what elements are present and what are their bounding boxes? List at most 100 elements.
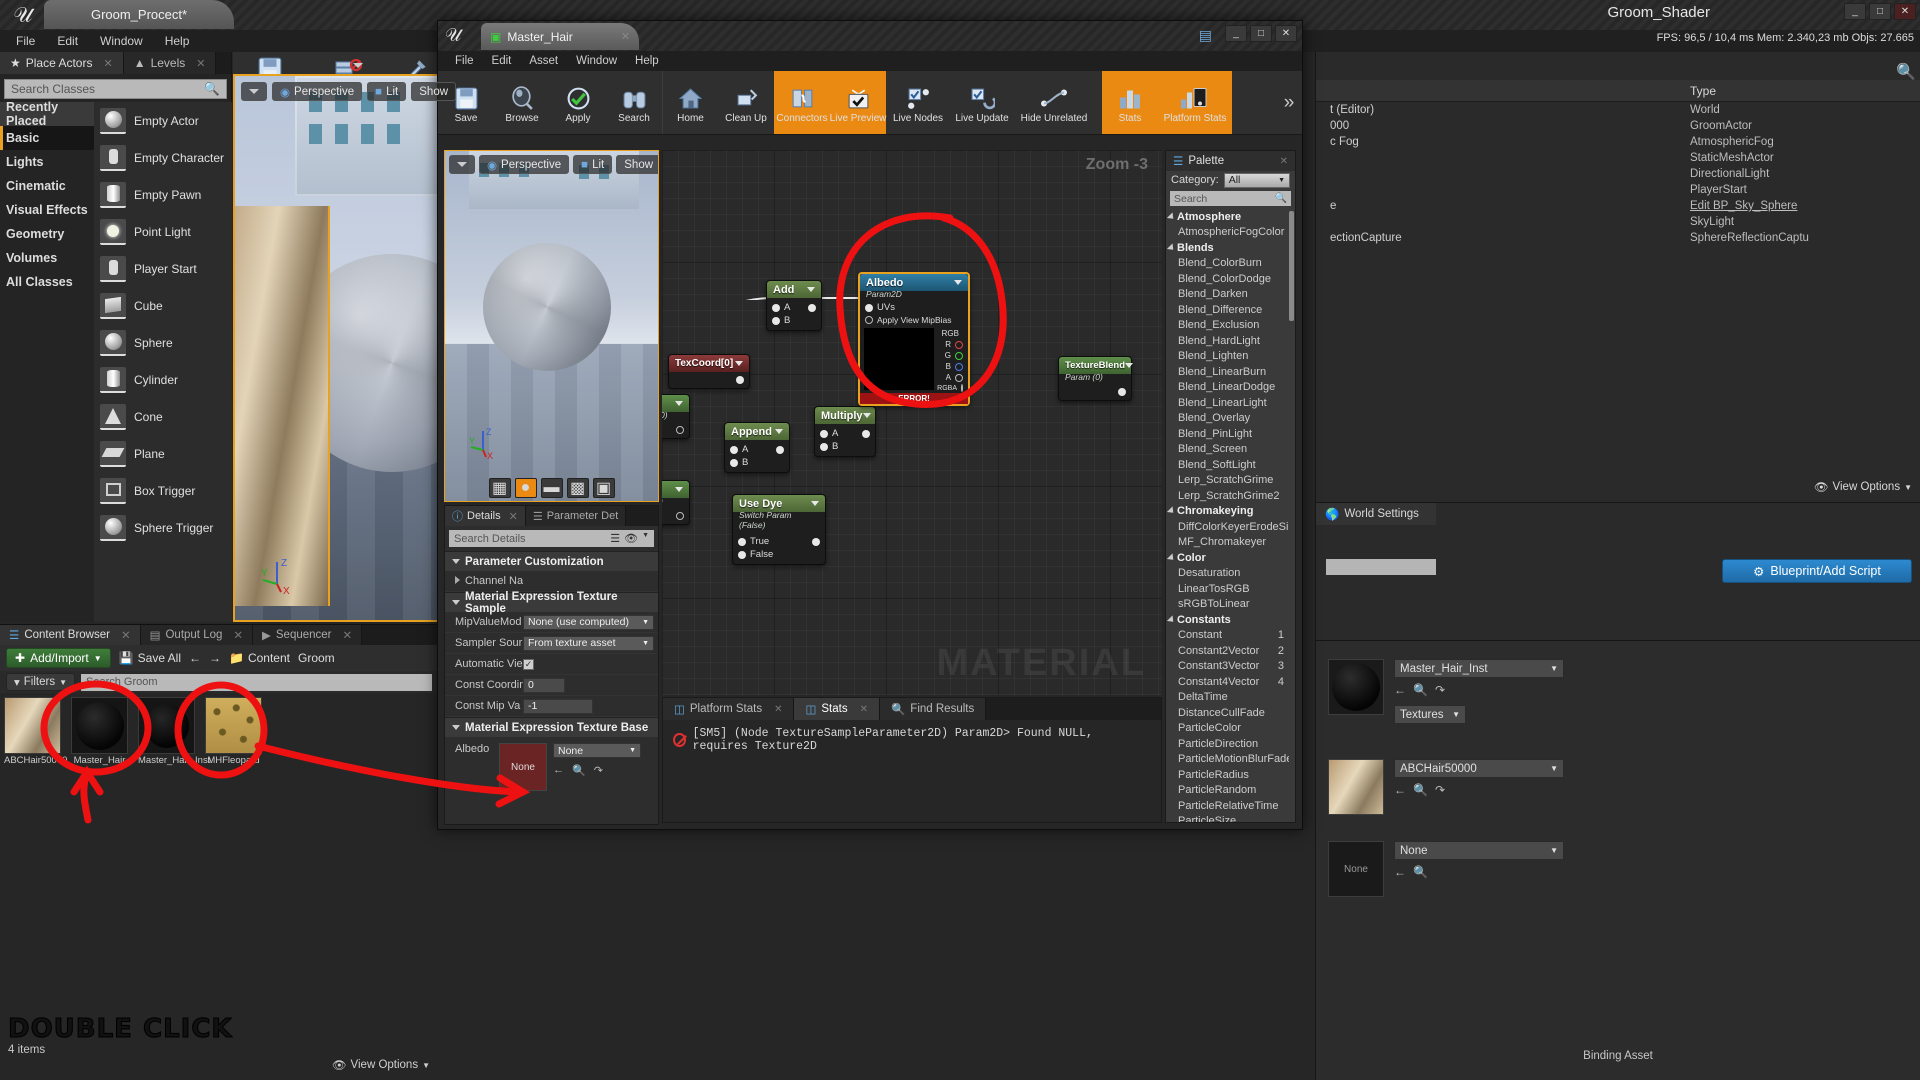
pin-r[interactable]: R bbox=[938, 339, 968, 350]
palette-item[interactable]: ParticleSize bbox=[1166, 814, 1289, 822]
palette-item[interactable]: MF_Chromakeyer bbox=[1166, 535, 1289, 551]
palette-item[interactable]: Blend_Lighten bbox=[1166, 349, 1289, 365]
toolbar-live-preview-button[interactable]: Live Preview bbox=[830, 71, 886, 134]
content-browser-search-input[interactable]: Search Groom bbox=[81, 673, 432, 691]
palette-item[interactable]: Blend_ColorDodge bbox=[1166, 271, 1289, 287]
blueprint-add-script-button[interactable]: ⚙ Blueprint/Add Script bbox=[1722, 559, 1912, 583]
viewport-perspective-button[interactable]: ◉ Perspective bbox=[272, 82, 363, 101]
maximize-button[interactable]: □ bbox=[1869, 3, 1891, 20]
asset-tile[interactable]: Master_Hair_Inst bbox=[138, 697, 210, 766]
list-item[interactable]: Empty Actor bbox=[94, 102, 232, 139]
menu-file[interactable]: File bbox=[6, 31, 45, 51]
pin-rgb[interactable]: RGB bbox=[938, 328, 968, 339]
pin-a[interactable]: A bbox=[815, 427, 875, 440]
viewport-lit-button[interactable]: ■ Lit bbox=[367, 82, 407, 101]
tab-content-browser[interactable]: ☰ Content Browser ✕ bbox=[0, 625, 141, 645]
tab-place-actors[interactable]: ★ Place Actors ✕ bbox=[0, 52, 124, 74]
material-node-graph[interactable]: Zoom -3 MATERIAL Add A B TexCoord[0]) A… bbox=[662, 150, 1162, 695]
browse-icon[interactable]: 🔍 bbox=[1413, 783, 1428, 797]
node-multiply[interactable]: Multiply A B bbox=[814, 406, 876, 457]
table-row[interactable]: t (Editor) World bbox=[1316, 102, 1920, 118]
pin-out[interactable] bbox=[662, 425, 689, 435]
binding-asset-select[interactable]: Master_Hair_Inst ▼ bbox=[1394, 659, 1564, 678]
tab-details[interactable]: ⓘ Details ✕ bbox=[445, 506, 526, 526]
tab-output-log[interactable]: ▤ Output Log ✕ bbox=[140, 625, 254, 645]
toolbar-hide-unrelated-button[interactable]: Hide Unrelated bbox=[1014, 71, 1094, 134]
material-preview-viewport[interactable]: ◉ Perspective ■ Lit Show Z Y X ▦ ● ▬ ▩ ▣ bbox=[444, 150, 659, 502]
palette-item[interactable]: Constant4Vector 4 bbox=[1166, 674, 1289, 690]
palette-item[interactable]: ParticleRandom bbox=[1166, 783, 1289, 799]
table-row[interactable]: StaticMeshActor bbox=[1316, 150, 1920, 166]
palette-item[interactable]: Constant3Vector 3 bbox=[1166, 659, 1289, 675]
viewport-groom-hair[interactable] bbox=[235, 206, 330, 606]
close-icon[interactable]: ✕ bbox=[774, 704, 782, 715]
toolbar-connectors-button[interactable]: Connectors bbox=[774, 71, 830, 134]
node-albedo-param2d[interactable]: Albedo Param2D UVs Apply View MipBias RG… bbox=[858, 272, 970, 406]
pin-b[interactable]: B bbox=[938, 361, 968, 372]
edit-bp-sky-sphere-link[interactable]: Edit BP_Sky_Sphere bbox=[1690, 200, 1920, 212]
albedo-texture-thumbnail[interactable]: None bbox=[499, 743, 547, 791]
palette-item[interactable]: ParticleRadius bbox=[1166, 767, 1289, 783]
palette-search-input[interactable]: Search 🔍 bbox=[1170, 191, 1291, 206]
viewport-show-button[interactable]: Show bbox=[411, 82, 457, 101]
palette-item[interactable]: Blend_Screen bbox=[1166, 442, 1289, 458]
palette-item[interactable]: Blend_Overlay bbox=[1166, 411, 1289, 427]
node-textureblend[interactable]: TextureBlend Param (0) bbox=[1058, 356, 1134, 401]
palette-item[interactable]: AtmosphericFogColor bbox=[1166, 225, 1289, 241]
toolbar-dropdown[interactable] bbox=[1094, 71, 1098, 134]
mipvaluemode-select[interactable]: None (use computed) ▼ bbox=[523, 614, 654, 630]
palette-item[interactable]: ParticleMotionBlurFade bbox=[1166, 752, 1289, 768]
property-row-const-mip-value[interactable]: Const Mip Va -1 bbox=[445, 696, 658, 717]
close-icon[interactable]: ✕ bbox=[196, 57, 205, 70]
palette-item[interactable]: Blend_ColorBurn bbox=[1166, 256, 1289, 272]
tab-sequencer[interactable]: ▶ Sequencer ✕ bbox=[253, 625, 363, 645]
menu-edit[interactable]: Edit bbox=[47, 31, 88, 51]
property-row-const-coordinate[interactable]: Const Coordin 0 bbox=[445, 675, 658, 696]
node-use-dye[interactable]: Use Dye Switch Param (False) True False bbox=[732, 494, 826, 565]
list-item[interactable]: Empty Character bbox=[94, 139, 232, 176]
palette-item[interactable]: Lerp_ScratchGrime2 bbox=[1166, 488, 1289, 504]
tab-parameter-defaults[interactable]: ☰ Parameter Det bbox=[525, 506, 627, 526]
category-visual-effects[interactable]: Visual Effects bbox=[0, 198, 94, 222]
palette-item[interactable]: LinearTosRGB bbox=[1166, 581, 1289, 597]
browse-icon[interactable]: 🔍 bbox=[1413, 683, 1428, 697]
palette-item[interactable]: ParticleDirection bbox=[1166, 736, 1289, 752]
use-selected-icon[interactable]: ↷ bbox=[1435, 683, 1445, 697]
use-selected-icon[interactable]: ↷ bbox=[594, 764, 603, 777]
palette-group-atmosphere[interactable]: Atmosphere bbox=[1166, 209, 1289, 225]
palette-item[interactable]: Blend_SoftLight bbox=[1166, 457, 1289, 473]
node-texcoord[interactable]: TexCoord[0] bbox=[668, 354, 750, 389]
toolbar-cleanup-button[interactable]: Clean Up bbox=[718, 71, 774, 134]
pin-g[interactable]: G bbox=[938, 350, 968, 361]
tab-world-settings[interactable]: 🌎 World Settings bbox=[1316, 503, 1436, 525]
breadcrumb[interactable]: 📁 Content bbox=[229, 651, 290, 665]
palette-item[interactable]: Constant2Vector 2 bbox=[1166, 643, 1289, 659]
plane-preview-icon[interactable]: ▬ bbox=[540, 478, 563, 498]
toolbar-save-button[interactable]: Save bbox=[438, 71, 494, 134]
palette-item[interactable]: Constant 1 bbox=[1166, 628, 1289, 644]
tab-platform-stats[interactable]: ◫ Platform Stats ✕ bbox=[663, 698, 795, 720]
pin-b[interactable]: B bbox=[767, 314, 821, 327]
section-material-expression-texture-sample[interactable]: Material Expression Texture Sample bbox=[445, 591, 658, 615]
toolbar-live-update-button[interactable]: Live Update bbox=[950, 71, 1014, 134]
compile-error-row[interactable]: [SM5] (Node TextureSampleParameter2D) Pa… bbox=[663, 720, 1161, 760]
palette-group-color[interactable]: Color bbox=[1166, 550, 1289, 566]
palette-item[interactable]: Desaturation bbox=[1166, 566, 1289, 582]
toolbar-home-button[interactable]: Home bbox=[662, 71, 718, 134]
palette-item[interactable]: sRGBToLinear bbox=[1166, 597, 1289, 613]
toolbar-platform-stats-button[interactable]: Platform Stats bbox=[1158, 71, 1232, 134]
palette-group-chromakeying[interactable]: Chromakeying bbox=[1166, 504, 1289, 520]
palette-item[interactable]: ParticleColor bbox=[1166, 721, 1289, 737]
close-icon[interactable]: ✕ bbox=[233, 628, 243, 642]
list-item[interactable]: Point Light bbox=[94, 213, 232, 250]
forward-button[interactable]: → bbox=[209, 651, 221, 665]
list-item[interactable]: Cylinder bbox=[94, 361, 232, 398]
palette-item[interactable]: Blend_LinearBurn bbox=[1166, 364, 1289, 380]
close-icon[interactable]: ✕ bbox=[343, 628, 353, 642]
menu-asset[interactable]: Asset bbox=[520, 53, 567, 69]
close-icon[interactable]: ✕ bbox=[621, 30, 630, 43]
project-tab[interactable]: Groom_Procect* bbox=[44, 0, 234, 29]
toolbar-apply-button[interactable]: Apply bbox=[550, 71, 606, 134]
table-row[interactable]: 000 GroomActor bbox=[1316, 118, 1920, 134]
close-icon[interactable]: ✕ bbox=[509, 510, 518, 523]
